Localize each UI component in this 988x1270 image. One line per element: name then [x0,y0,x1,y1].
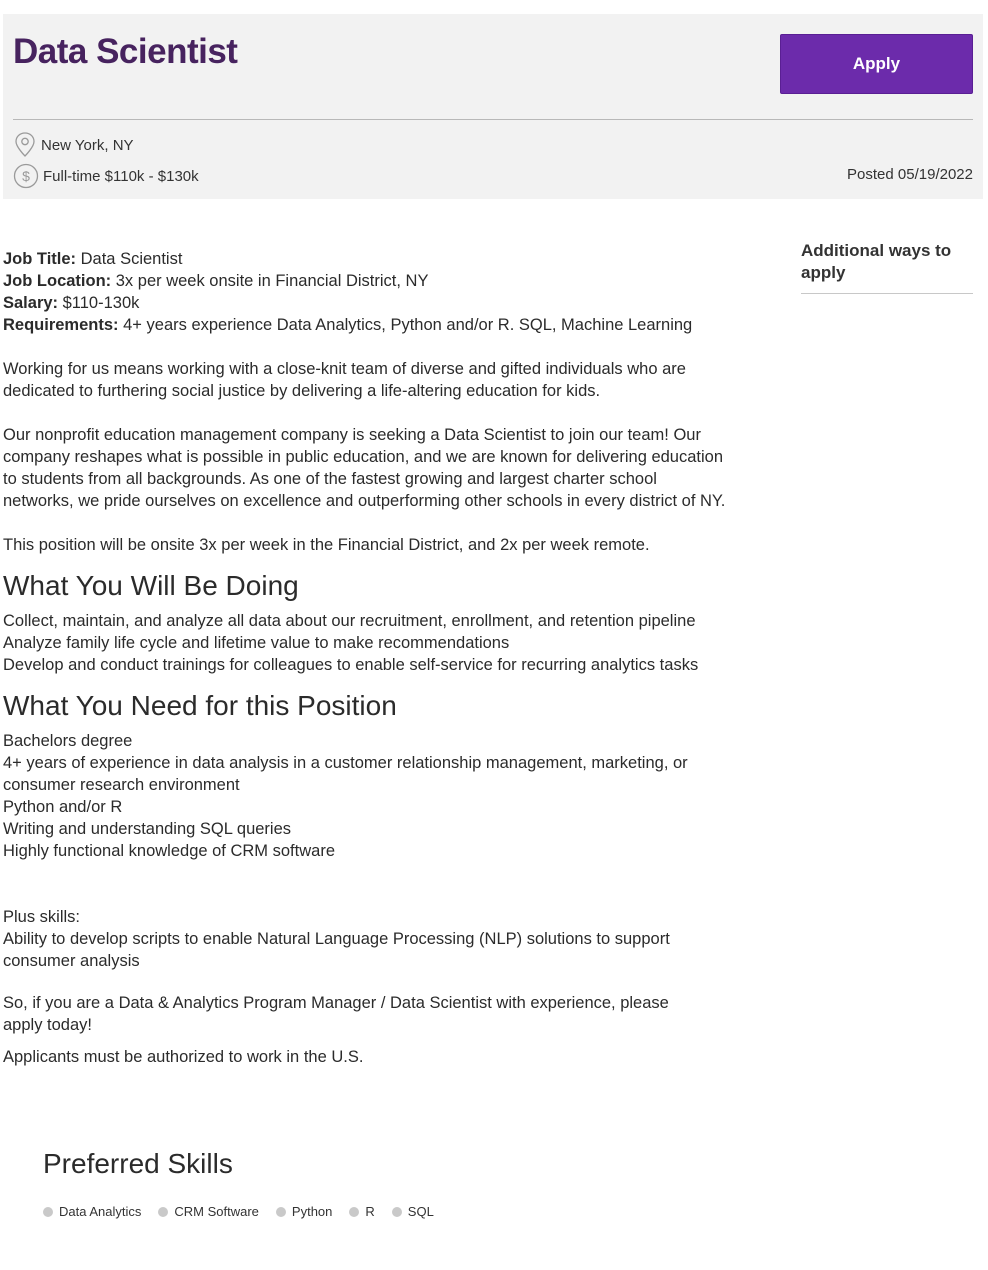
list-item: Analyze family life cycle and lifetime v… [3,634,510,652]
bullet-dot-icon [391,1206,402,1217]
list-item: Writing and understanding SQL queries [3,820,292,838]
preferred-skills-heading: Preferred Skills [43,1148,233,1179]
skill-tag: SQL [391,1204,434,1219]
salary-text: Full-time $110k - $130k [43,167,199,185]
posted-date: Posted 05/19/2022 [847,166,973,183]
list-item: Highly functional knowledge of CRM softw… [3,842,335,860]
job-description: Job Title: Data Scientist Job Location: … [3,248,743,1068]
bullet-dot-icon [158,1206,169,1217]
plus-skills-label: Plus skills: [3,908,81,926]
list-item: Python and/or R [3,798,123,816]
bullet-dot-icon [43,1206,53,1217]
detail-job-title: Job Title: Data Scientist [3,250,183,268]
skill-tag: Python [275,1204,332,1219]
section-heading-need: What You Need for this Position [3,690,397,721]
doing-list: Collect, maintain, and analyze all data … [3,610,743,676]
detail-job-location: Job Location: 3x per week onsite in Fina… [3,272,429,290]
skill-tag: CRM Software [158,1204,259,1219]
closing-paragraph: So, if you are a Data & Analytics Progra… [3,994,669,1034]
need-list: Bachelors degree 4+ years of experience … [3,730,743,862]
preferred-skills-list: Data Analytics CRM Software Python R SQL [43,1204,451,1219]
detail-requirements: Requirements: 4+ years experience Data A… [3,316,693,334]
intro-paragraph: Working for us means working with a clos… [3,360,686,400]
additional-ways-to-apply[interactable]: Additional ways to apply [801,240,973,294]
onsite-paragraph: This position will be onsite 3x per week… [3,536,650,554]
job-title: Data Scientist [13,32,238,71]
dollar-circle-icon: $ [13,163,39,189]
job-header: Data Scientist Apply New York, NY $ Full… [3,14,983,199]
list-item: 4+ years of experience in data analysis … [3,754,688,794]
authorization-note: Applicants must be authorized to work in… [3,1048,364,1066]
detail-salary: Salary: $110-130k [3,294,140,312]
list-item: Collect, maintain, and analyze all data … [3,612,696,630]
job-salary: $ Full-time $110k - $130k [13,163,199,189]
header-divider [13,119,973,120]
bullet-dot-icon [349,1206,360,1217]
job-location: New York, NY [13,131,134,159]
location-text: New York, NY [41,136,134,154]
map-pin-icon [13,131,37,159]
list-item: Develop and conduct trainings for collea… [3,656,699,674]
plus-skill-item: Ability to develop scripts to enable Nat… [3,930,670,970]
skill-tag: Data Analytics [43,1204,141,1219]
skill-tag: R [349,1204,375,1219]
list-item: Bachelors degree [3,732,133,750]
section-heading-doing: What You Will Be Doing [3,570,299,601]
svg-text:$: $ [22,168,30,184]
bullet-dot-icon [275,1206,286,1217]
apply-button[interactable]: Apply [780,34,973,94]
company-paragraph: Our nonprofit education management compa… [3,426,726,510]
